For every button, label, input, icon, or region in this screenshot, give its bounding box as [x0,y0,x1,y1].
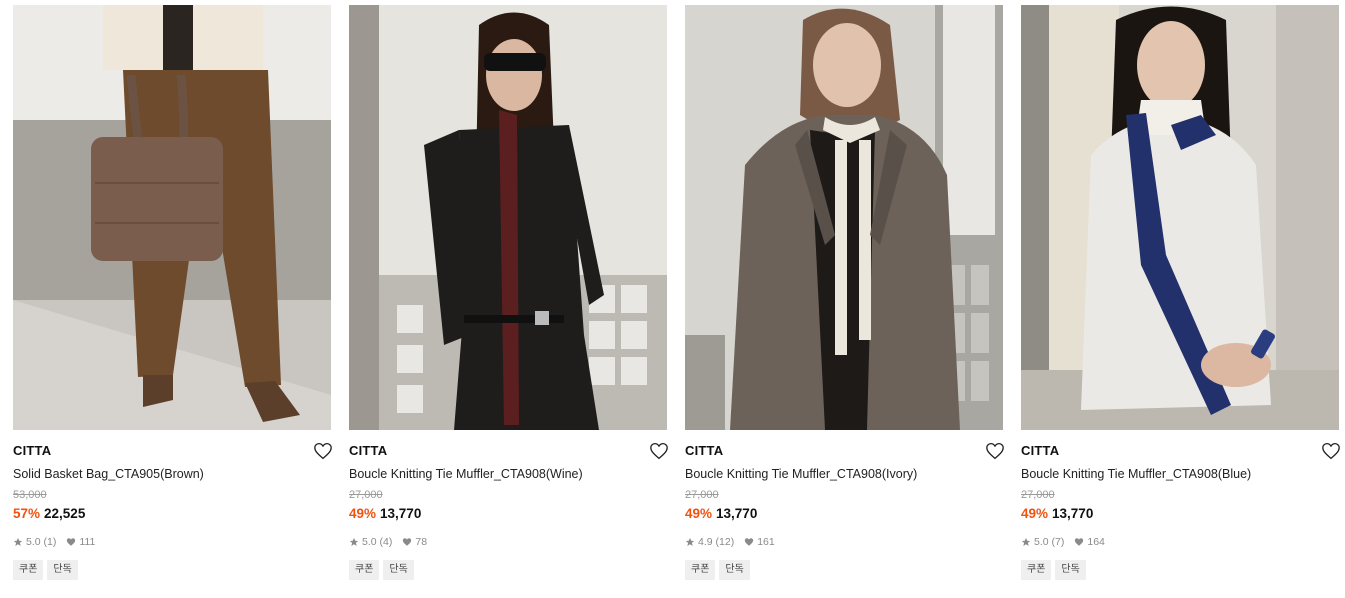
likes-count: 161 [757,536,775,548]
heart-outline-icon[interactable] [313,442,333,460]
price-line: 49% 13,770 [685,505,1003,523]
discount-rate: 57% [13,506,41,521]
tag-list: 쿠폰 단독 [13,560,331,580]
heart-outline-icon[interactable] [649,442,669,460]
review-count: (4) [379,536,393,548]
likes-group: 161 [744,535,775,549]
likes-group: 78 [402,535,427,549]
product-image[interactable] [1021,5,1339,430]
exclusive-tag: 단독 [383,560,414,580]
product-meta: 5.0 (4) 78 [349,535,667,549]
exclusive-tag: 단독 [1055,560,1086,580]
coupon-tag: 쿠폰 [349,560,380,580]
rating-value: 5.0 [362,536,377,548]
product-image[interactable] [349,5,667,430]
likes-count: 78 [415,536,428,548]
heart-filled-icon [67,538,76,546]
product-name[interactable]: Boucle Knitting Tie Muffler_CTA908(Blue) [1021,466,1339,482]
star-icon [1021,537,1031,546]
discount-rate: 49% [685,506,713,521]
sale-price: 13,770 [716,506,758,521]
rating-group: 5.0 (7) [1021,535,1064,549]
sale-price: 13,770 [380,506,422,521]
exclusive-tag: 단독 [719,560,750,580]
original-price: 27,000 [685,489,719,501]
rating-value: 5.0 [1034,536,1049,548]
original-price: 53,000 [13,489,47,501]
product-card[interactable]: CITTA Boucle Knitting Tie Muffler_CTA908… [1021,5,1341,580]
product-image[interactable] [685,5,1003,430]
product-meta: 4.9 (12) 161 [685,535,1003,549]
rating-group: 4.9 (12) [685,535,734,549]
price-line: 49% 13,770 [1021,505,1339,523]
sale-price: 13,770 [1052,506,1094,521]
likes-group: 164 [1074,535,1105,549]
review-count: (7) [1051,536,1065,548]
price-line: 49% 13,770 [349,505,667,523]
product-name[interactable]: Solid Basket Bag_CTA905(Brown) [13,466,331,482]
product-grid: CITTA Solid Basket Bag_CTA905(Brown) 53,… [0,0,1345,598]
star-icon [685,537,695,546]
heart-outline-icon[interactable] [1321,442,1341,460]
sale-price: 22,525 [44,506,86,521]
review-count: (1) [43,536,57,548]
likes-group: 111 [66,535,95,549]
star-icon [349,537,359,546]
coupon-tag: 쿠폰 [685,560,716,580]
rating-value: 4.9 [698,536,713,548]
original-price: 27,000 [349,489,383,501]
product-image[interactable] [13,5,331,430]
product-meta: 5.0 (7) 164 [1021,535,1339,549]
heart-filled-icon [403,538,412,546]
product-card[interactable]: CITTA Boucle Knitting Tie Muffler_CTA908… [349,5,669,580]
tag-list: 쿠폰 단독 [1021,560,1339,580]
product-name[interactable]: Boucle Knitting Tie Muffler_CTA908(Ivory… [685,466,1003,482]
heart-outline-icon[interactable] [985,442,1005,460]
rating-value: 5.0 [26,536,41,548]
discount-rate: 49% [1021,506,1049,521]
brand-name[interactable]: CITTA [13,443,331,459]
product-name[interactable]: Boucle Knitting Tie Muffler_CTA908(Wine) [349,466,667,482]
product-info: CITTA Boucle Knitting Tie Muffler_CTA908… [1021,430,1341,580]
product-info: CITTA Solid Basket Bag_CTA905(Brown) 53,… [13,430,333,580]
review-count: (12) [715,536,735,548]
tag-list: 쿠폰 단독 [685,560,1003,580]
brand-name[interactable]: CITTA [1021,443,1339,459]
rating-group: 5.0 (4) [349,535,392,549]
product-meta: 5.0 (1) 111 [13,535,331,549]
brand-name[interactable]: CITTA [349,443,667,459]
discount-rate: 49% [349,506,377,521]
coupon-tag: 쿠폰 [1021,560,1052,580]
coupon-tag: 쿠폰 [13,560,44,580]
product-info: CITTA Boucle Knitting Tie Muffler_CTA908… [685,430,1005,580]
rating-group: 5.0 (1) [13,535,56,549]
product-card[interactable]: CITTA Solid Basket Bag_CTA905(Brown) 53,… [13,5,333,580]
brand-name[interactable]: CITTA [685,443,1003,459]
product-info: CITTA Boucle Knitting Tie Muffler_CTA908… [349,430,669,580]
tag-list: 쿠폰 단독 [349,560,667,580]
star-icon [13,537,23,546]
original-price: 27,000 [1021,489,1055,501]
heart-filled-icon [745,538,754,546]
exclusive-tag: 단독 [47,560,78,580]
likes-count: 164 [1087,536,1105,548]
product-card[interactable]: CITTA Boucle Knitting Tie Muffler_CTA908… [685,5,1005,580]
heart-filled-icon [1075,538,1084,546]
price-line: 57% 22,525 [13,505,331,523]
likes-count: 111 [79,536,96,548]
